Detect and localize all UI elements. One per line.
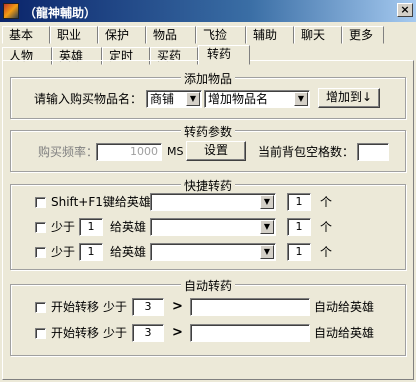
bag-slots-label: 当前背包空格数： <box>258 145 355 159</box>
threshold-input-2[interactable]: 1 <box>79 243 103 261</box>
item-name-value: 增加物品名 <box>208 92 269 106</box>
less-than-checkbox-2[interactable] <box>35 247 46 258</box>
tab-items[interactable]: 物品 <box>146 26 196 44</box>
less-than-label-1: 少于 <box>51 220 76 234</box>
auto-transfer-group: 自动转药 <box>10 279 406 356</box>
auto-threshold-input-1[interactable]: 3 <box>132 298 164 316</box>
quick-transfer-title: 快捷转药 <box>180 179 235 193</box>
less-than-label-3: 少于 <box>103 300 128 314</box>
quick-item-select-1[interactable]: ▼ <box>150 193 276 211</box>
window-title: （龍神輔助） <box>24 6 97 20</box>
ms-unit-label: MS <box>167 145 184 158</box>
quick-unit-label-1: 个 <box>320 195 333 209</box>
chevron-down-icon[interactable]: ▼ <box>294 92 308 106</box>
quick-unit-label-3: 个 <box>320 245 333 259</box>
quick-count-input-3[interactable]: 1 <box>287 243 311 261</box>
title-bar: （龍神輔助） × <box>0 0 416 22</box>
item-name-select[interactable]: 增加物品名 ▼ <box>204 90 310 108</box>
chevron-down-icon[interactable]: ▼ <box>260 195 274 209</box>
less-than-label-2: 少于 <box>51 245 76 259</box>
auto-threshold-input-2[interactable]: 3 <box>132 324 164 342</box>
less-than-checkbox-1[interactable] <box>35 222 46 233</box>
shift-f1-checkbox[interactable] <box>35 197 46 208</box>
auto-transfer-checkbox-1[interactable] <box>35 302 46 313</box>
chevron-down-icon[interactable]: ▼ <box>260 220 274 234</box>
chevron-down-icon[interactable]: ▼ <box>186 92 200 106</box>
tab-assist[interactable]: 辅助 <box>246 26 294 44</box>
auto-to-hero-label-1: 自动给英雄 <box>314 300 375 314</box>
to-hero-label-1: 给英雄 <box>110 220 147 234</box>
shift-f1-label: Shift+F1键给英雄 <box>51 195 151 209</box>
set-button[interactable]: 设置 <box>186 141 246 161</box>
app-icon <box>3 3 19 19</box>
less-than-label-4: 少于 <box>103 326 128 340</box>
tab-protect[interactable]: 保护 <box>98 26 146 44</box>
arrow-right-icon: > <box>172 299 183 314</box>
shop-select[interactable]: 商铺 ▼ <box>146 90 202 108</box>
item-name-label: 请输入购买物品名： <box>34 92 143 106</box>
auto-transfer-title: 自动转药 <box>180 279 235 293</box>
start-transfer-label-1: 开始转移 <box>51 300 100 314</box>
chevron-down-icon[interactable]: ▼ <box>260 245 274 259</box>
bag-slots-input[interactable] <box>357 143 389 161</box>
auto-transfer-checkbox-2[interactable] <box>35 328 46 339</box>
auto-item-input-1[interactable] <box>190 298 310 316</box>
quick-unit-label-2: 个 <box>320 220 333 234</box>
quick-count-input-2[interactable]: 1 <box>287 218 311 236</box>
add-item-title: 添加物品 <box>180 72 235 86</box>
tab-fly-pickup[interactable]: 飞捡 <box>196 26 246 44</box>
shop-select-value: 商铺 <box>150 92 175 106</box>
tab-transfer-potion[interactable]: 转药 <box>198 45 250 65</box>
buy-frequency-label: 购买频率： <box>38 145 99 159</box>
tab-basic[interactable]: 基本 <box>2 26 50 44</box>
tab-profession[interactable]: 职业 <box>50 26 98 44</box>
add-to-button[interactable]: 增加到↓ <box>318 88 380 108</box>
quick-count-input-1[interactable]: 1 <box>287 193 311 211</box>
tab-chat[interactable]: 聊天 <box>294 26 342 44</box>
start-transfer-label-2: 开始转移 <box>51 326 100 340</box>
threshold-input-1[interactable]: 1 <box>79 218 103 236</box>
auto-to-hero-label-2: 自动给英雄 <box>314 326 375 340</box>
close-button[interactable]: × <box>397 3 413 17</box>
quick-item-select-2[interactable]: ▼ <box>150 218 276 236</box>
transfer-params-title: 转药参数 <box>180 125 235 139</box>
buy-frequency-input[interactable]: 1000 <box>96 143 162 161</box>
tab-more[interactable]: 更多 <box>342 26 384 44</box>
arrow-right-icon: > <box>172 325 183 340</box>
quick-item-select-3[interactable]: ▼ <box>150 243 276 261</box>
auto-item-input-2[interactable] <box>190 324 310 342</box>
to-hero-label-2: 给英雄 <box>110 245 147 259</box>
